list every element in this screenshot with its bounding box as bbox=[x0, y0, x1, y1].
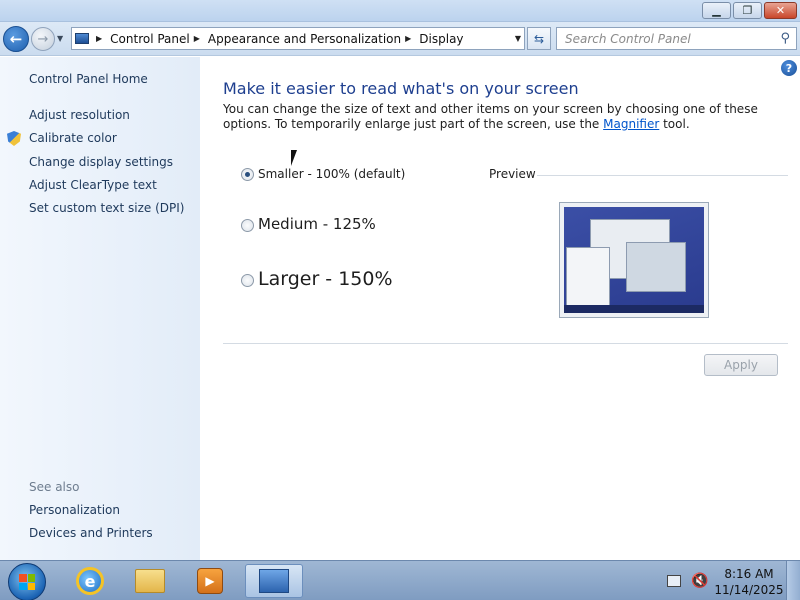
internet-explorer-icon: e bbox=[76, 567, 104, 595]
devices-and-printers-link[interactable]: Devices and Printers bbox=[29, 526, 153, 540]
search-box[interactable]: ⚲ bbox=[556, 27, 797, 50]
search-icon[interactable]: ⚲ bbox=[780, 31, 790, 46]
shield-icon bbox=[7, 131, 21, 146]
navigation-bar: ← → ▼ ▶ Control Panel ▶ Appearance and Pe… bbox=[0, 22, 800, 56]
option-label: Larger - 150% bbox=[258, 268, 393, 290]
control-panel-home-link[interactable]: Control Panel Home bbox=[29, 72, 148, 86]
chevron-right-icon[interactable]: ▶ bbox=[405, 34, 411, 43]
left-navigation-pane: Control Panel Home Adjust resolution Cal… bbox=[0, 57, 200, 560]
title-bar: ▁ ❐ ✕ bbox=[0, 0, 800, 22]
content-divider bbox=[223, 343, 788, 344]
windows-logo-icon bbox=[19, 574, 35, 590]
option-larger[interactable]: Larger - 150% bbox=[241, 268, 393, 290]
option-label: Smaller - 100% (default) bbox=[258, 167, 406, 181]
back-arrow-icon: ← bbox=[9, 30, 23, 48]
apply-button[interactable]: Apply bbox=[704, 354, 778, 376]
main-content: ? Make it easier to read what's on your … bbox=[200, 57, 800, 560]
radio-smaller[interactable] bbox=[241, 167, 254, 181]
page-title: Make it easier to read what's on your sc… bbox=[223, 79, 579, 98]
address-dropdown-icon[interactable]: ▼ bbox=[515, 34, 521, 43]
radio-larger[interactable] bbox=[241, 274, 254, 287]
preview-image bbox=[559, 202, 709, 318]
see-also-heading: See also bbox=[29, 480, 80, 494]
change-display-settings-link[interactable]: Change display settings bbox=[29, 155, 173, 169]
back-button[interactable]: ← bbox=[3, 26, 29, 52]
page-description: You can change the size of text and othe… bbox=[223, 102, 758, 131]
search-input[interactable] bbox=[565, 31, 765, 46]
breadcrumb-root-arrow[interactable]: ▶ bbox=[92, 34, 110, 43]
custom-text-size-link[interactable]: Set custom text size (DPI) bbox=[29, 201, 184, 215]
option-label: Medium - 125% bbox=[258, 215, 376, 233]
close-button[interactable]: ✕ bbox=[764, 2, 797, 19]
breadcrumb-display[interactable]: Display bbox=[419, 32, 463, 46]
adjust-cleartype-link[interactable]: Adjust ClearType text bbox=[29, 178, 157, 192]
option-medium[interactable]: Medium - 125% bbox=[241, 215, 376, 233]
personalization-link[interactable]: Personalization bbox=[29, 503, 120, 517]
file-explorer-icon bbox=[135, 569, 165, 593]
control-panel-icon bbox=[72, 28, 92, 49]
maximize-button[interactable]: ❐ bbox=[733, 2, 762, 19]
forward-button[interactable]: → bbox=[31, 27, 55, 51]
help-icon[interactable]: ? bbox=[781, 60, 797, 76]
refresh-icon: ⇆ bbox=[533, 31, 545, 46]
clock-date: 11/14/2025 bbox=[714, 583, 784, 597]
preview-label: Preview bbox=[489, 167, 536, 181]
close-icon: ✕ bbox=[775, 4, 786, 17]
recent-pages-dropdown[interactable]: ▼ bbox=[57, 34, 67, 44]
system-clock[interactable]: 8:16 AM 11/14/2025 bbox=[713, 566, 785, 598]
forward-arrow-icon: → bbox=[37, 31, 49, 47]
taskbar: e ▶ 🔇 8:16 AM 11/14/2025 bbox=[0, 560, 800, 600]
control-panel-icon bbox=[259, 569, 289, 593]
mouse-cursor-icon bbox=[291, 150, 303, 166]
action-center-icon[interactable] bbox=[667, 575, 681, 587]
radio-medium[interactable] bbox=[241, 219, 254, 232]
option-smaller[interactable]: Smaller - 100% (default) bbox=[241, 167, 405, 181]
show-desktop-button[interactable] bbox=[786, 561, 800, 600]
minimize-button[interactable]: ▁ bbox=[702, 2, 731, 19]
refresh-button[interactable]: ⇆ bbox=[527, 27, 551, 50]
chevron-right-icon[interactable]: ▶ bbox=[194, 34, 200, 43]
address-bar[interactable]: ▶ Control Panel ▶ Appearance and Personal… bbox=[71, 27, 525, 50]
taskbar-control-panel[interactable] bbox=[245, 564, 303, 598]
media-player-icon: ▶ bbox=[197, 568, 223, 594]
calibrate-color-link[interactable]: Calibrate color bbox=[29, 131, 117, 145]
minimize-icon: ▁ bbox=[712, 4, 721, 17]
breadcrumb-appearance[interactable]: Appearance and Personalization ▶ bbox=[208, 32, 419, 46]
taskbar-media-player[interactable]: ▶ bbox=[185, 564, 235, 598]
clock-time: 8:16 AM bbox=[724, 567, 774, 581]
taskbar-internet-explorer[interactable]: e bbox=[65, 564, 115, 598]
magnifier-link[interactable]: Magnifier bbox=[603, 117, 659, 131]
volume-muted-icon[interactable]: 🔇 bbox=[691, 573, 708, 589]
breadcrumb-control-panel[interactable]: Control Panel ▶ bbox=[110, 32, 208, 46]
maximize-icon: ❐ bbox=[742, 4, 753, 17]
preview-divider bbox=[537, 175, 788, 176]
start-button[interactable] bbox=[8, 563, 46, 600]
taskbar-file-explorer[interactable] bbox=[125, 564, 175, 598]
adjust-resolution-link[interactable]: Adjust resolution bbox=[29, 108, 130, 122]
